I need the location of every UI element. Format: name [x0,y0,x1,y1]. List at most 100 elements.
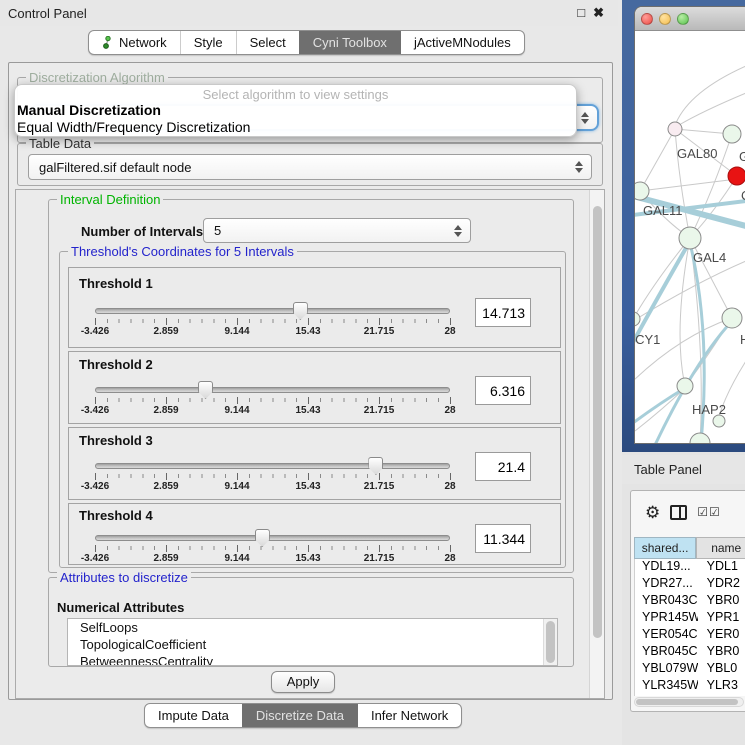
threshold-2-slider-handle[interactable] [198,381,213,399]
table-row[interactable]: YIL052CYIL0 [635,695,745,696]
list-item[interactable]: SelfLoops [68,619,557,636]
tab-cyni-toolbox[interactable]: Cyni Toolbox [299,31,400,54]
slider-tick-labels: -3.4262.8599.14415.4321.71528 [95,326,450,338]
threshold-4-value-field[interactable] [475,524,531,553]
slider-tick-labels: -3.4262.8599.14415.4321.71528 [95,481,450,493]
threshold-1-slider-handle[interactable] [293,302,308,320]
network-icon [102,36,114,49]
threshold-1-value-field[interactable] [475,298,531,327]
dropdown-option-equal-width-frequency[interactable]: Equal Width/Frequency Discretization [15,119,576,136]
tab-infer-network[interactable]: Infer Network [357,704,461,727]
thresholds-group-title: Threshold's Coordinates for 5 Intervals [68,244,297,259]
node-table: shared... name YDL19...YDL1 YDR27...YDR2… [634,537,745,696]
table-toolbar: ⚙ ☑☑ [631,491,745,533]
table-row[interactable]: YBL079WYBL0 [635,661,745,678]
tab-style[interactable]: Style [180,31,236,54]
table-row[interactable]: YPR145WYPR1 [635,610,745,627]
list-item[interactable]: BetweennessCentrality [68,653,557,666]
table-horizontal-scrollbar[interactable] [634,697,744,707]
settings-scrollbar[interactable] [589,190,604,698]
numerical-attributes-list[interactable]: SelfLoops TopologicalCoefficient Between… [67,618,558,666]
tab-impute-data-label: Impute Data [158,708,229,723]
table-panel-title: Table Panel [634,462,702,477]
table-row[interactable]: YBR045CYBR0 [635,644,745,661]
tab-impute-data[interactable]: Impute Data [145,704,242,727]
network-window-titlebar[interactable] [635,7,745,31]
threshold-2-value-field[interactable] [475,376,531,405]
slider-track[interactable] [95,308,450,314]
node-hap2[interactable] [677,378,693,394]
network-canvas[interactable]: GAL80 GA GAL11 C GAL4 GCY1 H HAP2 [635,31,745,444]
close-icon[interactable]: ✖ [593,5,604,21]
threshold-4-slider-handle[interactable] [255,529,270,547]
table-header-row: shared... name [634,537,745,559]
node-gcy1[interactable] [635,312,640,326]
threshold-2-label: Threshold 2 [79,357,153,372]
node-gal80[interactable] [668,122,682,136]
table-panel-titlebar: Table Panel [622,455,745,484]
table-row[interactable]: YDR27...YDR2 [635,576,745,593]
node-label-hap2: HAP2 [692,402,726,417]
column-header-name[interactable]: name [696,537,745,559]
float-icon[interactable]: □ [577,5,585,21]
control-panel-tab-bar: Network Style Select Cyni Toolbox jActiv… [88,30,525,55]
slider-minor-ticks [95,546,451,550]
apply-button[interactable]: Apply [271,671,335,693]
combo-arrows-icon [575,161,583,173]
node-partial-top-right[interactable] [723,125,741,143]
interval-definition-group: Interval Definition Number of Intervals … [48,199,574,573]
slider-minor-ticks [95,474,451,478]
tab-jactivemnodules[interactable]: jActiveMNodules [400,31,524,54]
tab-network[interactable]: Network [89,31,180,54]
cyni-bottom-tab-bar: Impute Data Discretize Data Infer Networ… [144,703,462,728]
right-region: GAL80 GA GAL11 C GAL4 GCY1 H HAP2 Table … [622,0,745,745]
threshold-3-panel: Threshold 3 -3.4262.8599.14415.4321.7152… [68,427,561,500]
scrollbar-thumb[interactable] [636,699,738,705]
threshold-3-value-field[interactable] [475,452,531,481]
threshold-4-slider[interactable]: -3.4262.8599.14415.4321.71528 [95,531,450,561]
slider-track[interactable] [95,387,450,393]
mac-close-button[interactable] [641,13,653,25]
slider-track[interactable] [95,535,450,541]
table-row[interactable]: YLR345WYLR3 [635,678,745,695]
scrollbar-thumb[interactable] [593,206,602,638]
node-selected-red[interactable] [728,167,745,185]
algorithm-dropdown-popup: Select algorithm to view settings Manual… [14,84,577,137]
node-label-gcy1: GCY1 [635,332,660,347]
threshold-3-slider[interactable]: -3.4262.8599.14415.4321.71528 [95,459,450,489]
combo-arrows-icon [454,225,462,237]
thresholds-group: Threshold's Coordinates for 5 Intervals … [59,251,566,568]
gear-icon[interactable]: ⚙ [645,504,660,521]
list-scrollbar[interactable] [543,619,557,665]
node-partial-low-right[interactable] [722,308,742,328]
number-of-intervals-label: Number of Intervals [81,224,203,239]
threshold-3-label: Threshold 3 [79,433,153,448]
node-gal11[interactable] [635,182,649,200]
column-header-shared-name[interactable]: shared... [634,537,696,559]
table-row[interactable]: YDL19...YDL1 [635,559,745,576]
slider-minor-ticks [95,319,451,323]
select-columns-icon[interactable]: ☑☑ [697,505,721,519]
tab-discretize-data-label: Discretize Data [256,708,344,723]
slider-track[interactable] [95,463,450,469]
slider-tick-labels: -3.4262.8599.14415.4321.71528 [95,553,450,565]
table-row[interactable]: YBR043CYBR0 [635,593,745,610]
tab-discretize-data[interactable]: Discretize Data [242,704,357,727]
mac-zoom-button[interactable] [677,13,689,25]
threshold-3-slider-handle[interactable] [368,457,383,475]
node-label-partial-low-right: H [740,332,745,347]
node-gal4[interactable] [679,227,701,249]
table-body[interactable]: YDL19...YDL1 YDR27...YDR2 YBR043CYBR0 YP… [634,559,745,696]
number-of-intervals-combobox[interactable]: 5 [203,218,471,243]
table-row[interactable]: YER054CYER0 [635,627,745,644]
list-item[interactable]: TopologicalCoefficient [68,636,557,653]
threshold-1-slider[interactable]: -3.4262.8599.14415.4321.71528 [95,304,450,334]
tab-select[interactable]: Select [236,31,299,54]
mac-minimize-button[interactable] [659,13,671,25]
threshold-2-slider[interactable]: -3.4262.8599.14415.4321.71528 [95,383,450,413]
columns-icon[interactable] [670,505,687,520]
dropdown-option-manual-discretization[interactable]: Manual Discretization [15,102,576,119]
network-window[interactable]: GAL80 GA GAL11 C GAL4 GCY1 H HAP2 [634,6,745,444]
node-unlabeled[interactable] [690,433,710,444]
table-data-combobox[interactable]: galFiltered.sif default node [28,154,592,180]
